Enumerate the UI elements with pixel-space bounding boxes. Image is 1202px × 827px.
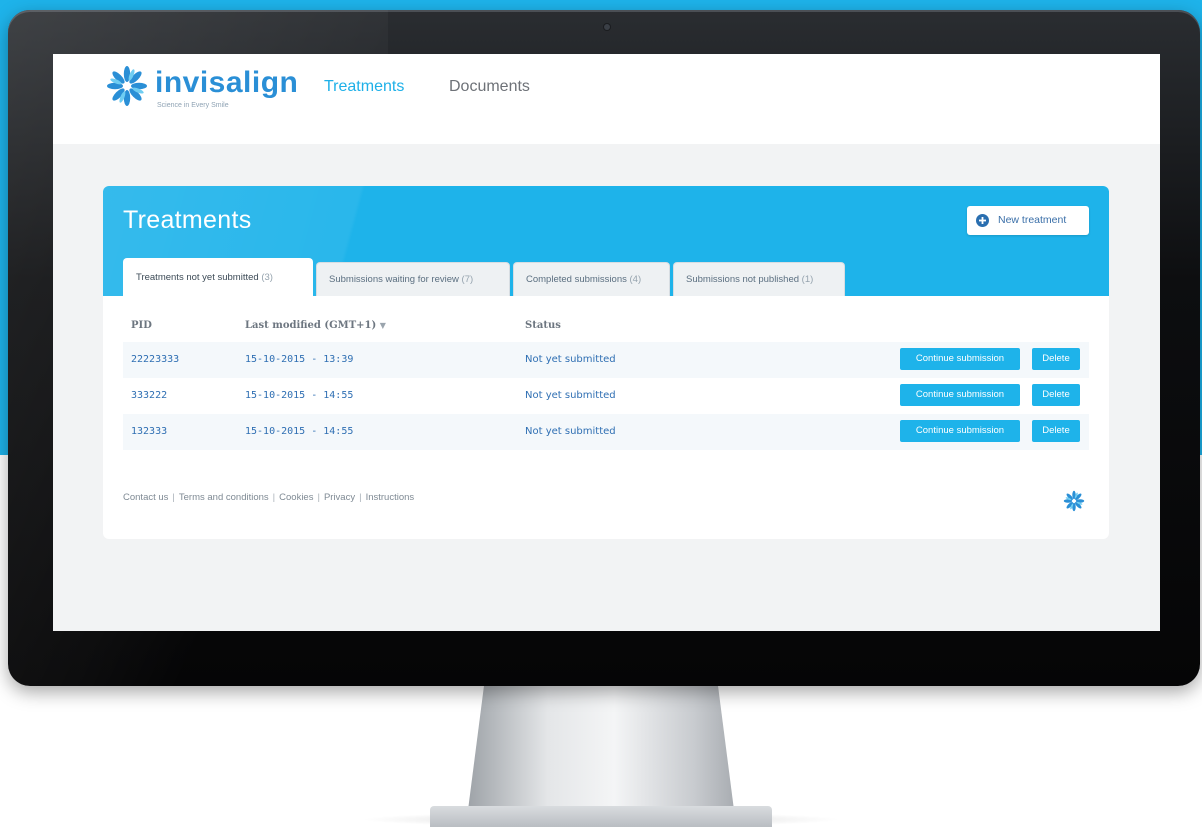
footer-link-cookies[interactable]: Cookies	[279, 492, 313, 503]
column-header-status[interactable]: Status	[525, 320, 561, 331]
tab-label: Completed submissions (4)	[526, 274, 641, 285]
tab-title: Submissions waiting for review	[329, 274, 459, 285]
invisalign-logo[interactable]: invisalign Science in Every Smile	[105, 64, 299, 120]
invisalign-star-icon	[1063, 490, 1085, 512]
tab-completed-submissions[interactable]: Completed submissions (4)	[513, 262, 670, 296]
cell-pid[interactable]: 22223333	[131, 354, 179, 365]
footer-separator: |	[359, 492, 362, 503]
column-header-label: Last modified (GMT+1)	[245, 320, 377, 331]
delete-button[interactable]: Delete	[1032, 420, 1080, 442]
continue-submission-button[interactable]: Continue submission	[900, 420, 1020, 442]
continue-submission-button[interactable]: Continue submission	[900, 384, 1020, 406]
column-header-pid[interactable]: PID	[131, 320, 152, 331]
cell-last-modified: 15-10-2015 - 14:55	[245, 390, 354, 401]
app-screen: invisalign Science in Every Smile Treatm…	[53, 54, 1160, 631]
new-treatment-button[interactable]: New treatment	[967, 206, 1089, 235]
tab-not-published[interactable]: Submissions not published (1)	[673, 262, 845, 296]
tab-count: (7)	[461, 274, 474, 285]
cell-last-modified: 15-10-2015 - 13:39	[245, 354, 354, 365]
plus-circle-icon	[976, 214, 989, 227]
table-row: 333222 15-10-2015 - 14:55 Not yet submit…	[123, 378, 1089, 414]
tab-label: Submissions not published (1)	[686, 274, 813, 285]
top-navigation-bar: invisalign Science in Every Smile Treatm…	[53, 54, 1160, 144]
tab-label: Treatments not yet submitted (3)	[136, 272, 273, 283]
delete-button[interactable]: Delete	[1032, 384, 1080, 406]
column-header-last-modified[interactable]: Last modified (GMT+1) ▼	[245, 320, 386, 331]
tab-title: Completed submissions	[526, 274, 627, 285]
tab-waiting-for-review[interactable]: Submissions waiting for review (7)	[316, 262, 510, 296]
footer-links: Contact us | Terms and conditions | Cookies |…	[123, 492, 414, 503]
page-title: Treatments	[123, 206, 252, 234]
monitor-stand-neck	[468, 686, 734, 810]
panel-header: Treatments New treatment Treatments not …	[103, 186, 1109, 296]
new-treatment-label: New treatment	[998, 214, 1067, 226]
table-row: 132333 15-10-2015 - 14:55 Not yet submit…	[123, 414, 1089, 450]
cell-status: Not yet submitted	[525, 354, 616, 365]
nav-treatments[interactable]: Treatments	[324, 78, 404, 96]
invisalign-star-icon	[107, 66, 147, 106]
treatments-panel: Treatments New treatment Treatments not …	[103, 186, 1109, 539]
table-row: 22223333 15-10-2015 - 13:39 Not yet subm…	[123, 342, 1089, 378]
footer-link-contact[interactable]: Contact us	[123, 492, 168, 503]
nav-documents[interactable]: Documents	[449, 78, 530, 96]
cell-last-modified: 15-10-2015 - 14:55	[245, 426, 354, 437]
cell-status: Not yet submitted	[525, 426, 616, 437]
cell-pid[interactable]: 132333	[131, 426, 167, 437]
brand-tagline: Science in Every Smile	[157, 102, 229, 109]
tab-title: Treatments not yet submitted	[136, 272, 259, 283]
footer-link-instructions[interactable]: Instructions	[366, 492, 415, 503]
cell-status: Not yet submitted	[525, 390, 616, 401]
caret-down-icon: ▼	[379, 321, 386, 330]
tab-not-yet-submitted[interactable]: Treatments not yet submitted (3)	[123, 258, 313, 296]
monitor-stand-base	[430, 806, 772, 827]
brand-wordmark: invisalign	[155, 66, 299, 99]
tab-count: (3)	[261, 272, 273, 283]
footer-separator: |	[272, 492, 276, 503]
tab-label: Submissions waiting for review (7)	[329, 274, 473, 285]
footer-link-terms[interactable]: Terms and conditions	[179, 492, 269, 503]
delete-button[interactable]: Delete	[1032, 348, 1080, 370]
tab-count: (1)	[801, 274, 814, 285]
tab-title: Submissions not published	[686, 274, 800, 285]
continue-submission-button[interactable]: Continue submission	[900, 348, 1020, 370]
webcam-dot	[604, 24, 610, 30]
footer-link-privacy[interactable]: Privacy	[324, 492, 355, 503]
footer-separator: |	[172, 492, 175, 503]
cell-pid[interactable]: 333222	[131, 390, 167, 401]
footer-separator: |	[317, 492, 320, 503]
tab-count: (4)	[629, 274, 642, 285]
